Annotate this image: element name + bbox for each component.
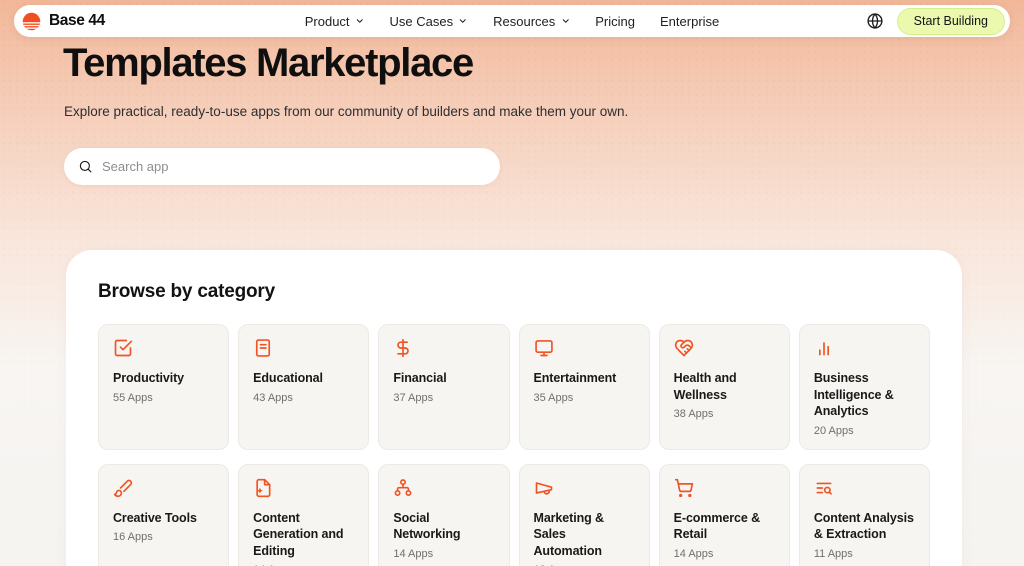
sunset-logo-icon [22, 12, 41, 30]
nav-item-label: Product [304, 13, 350, 29]
category-count: 35 Apps [533, 391, 574, 404]
search-input[interactable] [102, 159, 486, 174]
category-label: Educational [253, 371, 323, 385]
category-label: Productivity [113, 371, 185, 385]
category-label: Marketing & Sales Automation [533, 510, 605, 558]
chevron-down-icon [356, 19, 363, 23]
category-card-content-analysis[interactable]: Content Analysis & Extraction 11 Apps [798, 463, 930, 566]
category-count: 11 Apps [813, 547, 853, 560]
brand-name: Base 44 [49, 12, 105, 29]
category-count: 20 Apps [813, 424, 854, 437]
category-card-content-generation[interactable]: Content Generation and Editing 14 Apps [238, 463, 370, 566]
category-label: Health and Wellness [673, 371, 737, 402]
nav-item-label: Use Cases [389, 13, 454, 29]
chevron-down-icon [460, 19, 467, 23]
main-nav: Product Use Cases Resources Pricing Ente… [305, 14, 720, 29]
start-building-button[interactable]: Start Building [896, 7, 1005, 35]
browse-by-category-panel: Browse by category Productivity 55 Apps … [66, 250, 962, 566]
category-label: Entertainment [533, 371, 617, 385]
search-bar[interactable] [64, 148, 500, 185]
category-label: Business Intelligence & Analytics [813, 371, 894, 418]
section-heading: Browse by category [98, 281, 275, 302]
nav-item-product[interactable]: Product [305, 14, 365, 29]
category-card-marketing-sales[interactable]: Marketing & Sales Automation 18 Apps [518, 463, 650, 566]
network-icon [394, 478, 412, 496]
file-sparkle-icon [256, 478, 271, 497]
nav-item-enterprise[interactable]: Enterprise [660, 14, 719, 29]
brush-icon [113, 479, 133, 497]
navbar-right: Start Building [866, 7, 1005, 35]
category-count: 14 Apps [393, 547, 434, 560]
category-label: Financial [393, 371, 447, 385]
category-card-educational[interactable]: Educational 43 Apps [238, 324, 370, 450]
heart-handshake-icon [674, 339, 693, 357]
nav-item-label: Pricing [595, 13, 636, 29]
category-label: Social Networking [393, 510, 461, 542]
category-label: Creative Tools [113, 510, 197, 525]
text-search-icon [816, 482, 832, 495]
page-title: Templates Marketplace [63, 41, 474, 85]
nav-item-label: Resources [493, 13, 556, 29]
brand-logo[interactable]: Base 44 [21, 11, 105, 32]
globe-icon[interactable] [866, 12, 884, 30]
category-card-financial[interactable]: Financial 37 Apps [378, 324, 510, 450]
chevron-down-icon [562, 19, 569, 23]
top-navbar: Base 44 Product Use Cases Resources Pric… [14, 5, 1010, 37]
category-count: 43 Apps [253, 391, 293, 404]
notebook-icon [256, 339, 271, 357]
category-count: 55 Apps [113, 391, 153, 404]
check-square-icon [114, 339, 133, 357]
category-card-entertainment[interactable]: Entertainment 35 Apps [518, 324, 650, 450]
nav-item-pricing[interactable]: Pricing [595, 14, 635, 29]
megaphone-icon [535, 481, 552, 495]
category-card-social-networking[interactable]: Social Networking 14 Apps [378, 463, 510, 566]
category-label: E-commerce & Retail [673, 510, 760, 542]
category-count: 38 Apps [673, 408, 714, 420]
category-card-health-wellness[interactable]: Health and Wellness 38 Apps [658, 324, 790, 450]
category-card-creative-tools[interactable]: Creative Tools 16 Apps [98, 463, 230, 566]
page-subtitle: Explore practical, ready-to-use apps fro… [64, 104, 629, 119]
dollar-icon [397, 338, 410, 358]
nav-item-label: Enterprise [660, 13, 720, 29]
category-card-productivity[interactable]: Productivity 55 Apps [98, 324, 230, 450]
category-count: 14 Apps [673, 547, 714, 560]
category-count: 37 Apps [393, 391, 434, 404]
bar-chart-icon [818, 342, 829, 356]
category-label: Content Analysis & Extraction [813, 510, 914, 542]
monitor-icon [534, 340, 553, 357]
search-icon [79, 160, 92, 173]
category-card-business-intelligence[interactable]: Business Intelligence & Analytics 20 App… [798, 324, 930, 450]
nav-item-use-cases[interactable]: Use Cases [390, 14, 469, 29]
nav-item-resources[interactable]: Resources [493, 14, 570, 29]
category-label: Content Generation and Editing [253, 510, 344, 558]
category-grid: Productivity 55 Apps Educational 43 Apps… [98, 324, 930, 566]
category-card-ecommerce-retail[interactable]: E-commerce & Retail 14 Apps [658, 463, 790, 566]
cart-icon [674, 478, 693, 497]
category-count: 16 Apps [113, 531, 153, 543]
